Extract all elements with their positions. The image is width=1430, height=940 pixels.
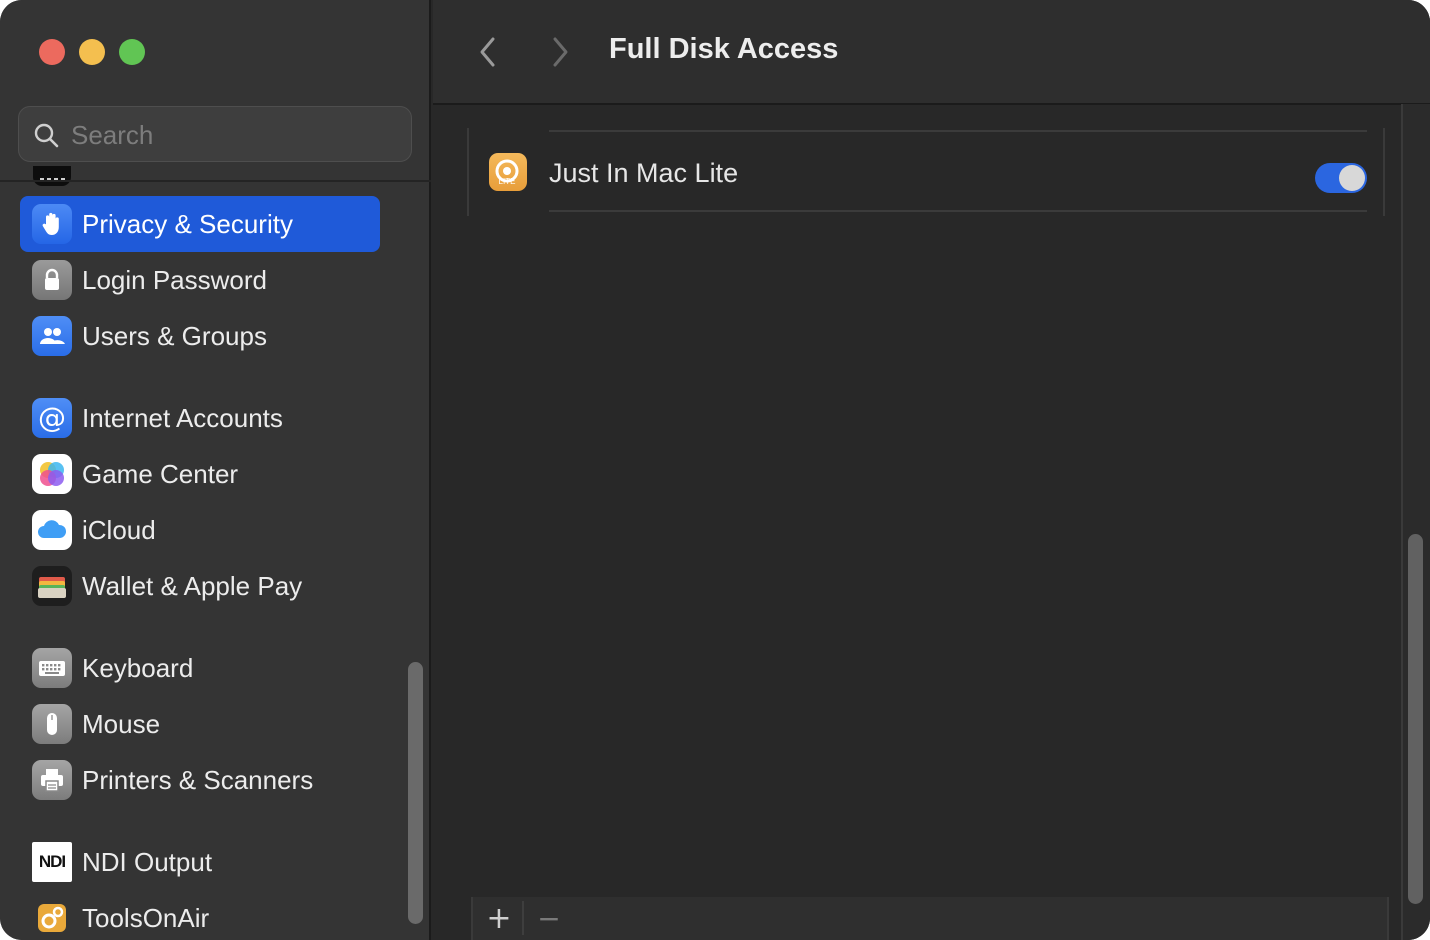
sidebar-item-label: ToolsOnAir bbox=[82, 903, 210, 933]
toggle-knob bbox=[1339, 165, 1365, 191]
sidebar-item-users-groups[interactable]: Users & Groups bbox=[20, 308, 380, 364]
gears-icon bbox=[32, 898, 72, 938]
app-list: LITE Just In Mac Lite bbox=[467, 128, 1385, 216]
mouse-icon bbox=[32, 704, 72, 744]
just-in-mac-lite-icon: LITE bbox=[489, 153, 527, 191]
sidebar-item-login-password[interactable]: Login Password bbox=[20, 252, 380, 308]
main-pane: Full Disk Access LITE Just In Mac Lite + bbox=[433, 0, 1430, 940]
at-sign-icon: @ bbox=[32, 398, 72, 438]
ndi-logo-icon: NDI bbox=[32, 842, 72, 882]
sidebar-item-printers-scanners[interactable]: Printers & Scanners bbox=[20, 752, 380, 808]
list-actions-bar: + − bbox=[471, 897, 1389, 940]
minus-icon: − bbox=[537, 902, 561, 935]
sidebar-item-label: iCloud bbox=[82, 515, 156, 545]
chevron-right-icon bbox=[553, 37, 568, 67]
add-app-button[interactable]: + bbox=[477, 903, 521, 935]
search-input[interactable] bbox=[71, 117, 391, 153]
ndi-logo-text: NDI bbox=[38, 852, 66, 871]
wallet-icon bbox=[32, 566, 72, 606]
sidebar: Privacy & Security Login Password bbox=[0, 0, 431, 940]
button-separator bbox=[522, 901, 524, 935]
app-icon-text: LITE bbox=[499, 177, 516, 186]
row-divider bbox=[549, 210, 1367, 212]
content-scrollbar[interactable] bbox=[1408, 534, 1423, 904]
back-button[interactable] bbox=[471, 34, 505, 70]
minimize-button[interactable] bbox=[79, 39, 105, 65]
close-button[interactable] bbox=[39, 39, 65, 65]
remove-app-button[interactable]: − bbox=[527, 903, 571, 935]
sidebar-item-label: Privacy & Security bbox=[82, 209, 293, 239]
plus-icon: + bbox=[486, 901, 512, 936]
sidebar-scrollbar[interactable] bbox=[408, 662, 423, 924]
header-divider bbox=[433, 103, 1430, 105]
cloud-icon bbox=[32, 510, 72, 550]
sidebar-item-label: Internet Accounts bbox=[82, 403, 283, 433]
sidebar-item-label: Wallet & Apple Pay bbox=[82, 571, 303, 601]
sidebar-item-label: Keyboard bbox=[82, 653, 194, 683]
users-icon bbox=[32, 316, 72, 356]
search-field[interactable] bbox=[18, 106, 412, 162]
search-icon bbox=[34, 123, 59, 148]
sidebar-item-label: Mouse bbox=[82, 709, 161, 739]
keyboard-icon bbox=[32, 648, 72, 688]
forward-button[interactable] bbox=[543, 34, 577, 70]
printer-icon bbox=[32, 760, 72, 800]
row-divider bbox=[549, 130, 1367, 132]
sidebar-item-label: Users & Groups bbox=[82, 321, 267, 351]
sidebar-item-privacy-security[interactable]: Privacy & Security bbox=[20, 196, 380, 252]
sidebar-divider bbox=[0, 180, 431, 182]
sidebar-item-icloud[interactable]: iCloud bbox=[20, 502, 380, 558]
partial-icon bbox=[33, 166, 71, 186]
game-center-icon bbox=[32, 454, 72, 494]
sidebar-item-internet-accounts[interactable]: @ Internet Accounts bbox=[20, 390, 380, 446]
sidebar-item-wallet[interactable]: Wallet & Apple Pay bbox=[20, 558, 380, 614]
page-title: Full Disk Access bbox=[609, 33, 839, 65]
sidebar-item-label: NDI Output bbox=[82, 847, 213, 877]
sidebar-item-keyboard[interactable]: Keyboard bbox=[20, 640, 380, 696]
settings-window: Privacy & Security Login Password bbox=[0, 0, 1430, 940]
sidebar-item-label: Login Password bbox=[82, 265, 267, 295]
zoom-button[interactable] bbox=[119, 39, 145, 65]
chevron-left-icon bbox=[480, 37, 495, 67]
sidebar-item-ndi-output[interactable]: NDI NDI Output bbox=[20, 834, 380, 890]
sidebar-item-label: Printers & Scanners bbox=[82, 765, 314, 795]
sidebar-item-mouse[interactable]: Mouse bbox=[20, 696, 380, 752]
toolbar: Full Disk Access bbox=[433, 0, 1430, 104]
hand-icon bbox=[32, 204, 72, 244]
lock-icon bbox=[32, 260, 72, 300]
sidebar-item-game-center[interactable]: Game Center bbox=[20, 446, 380, 502]
app-access-toggle[interactable] bbox=[1315, 163, 1367, 193]
app-name: Just In Mac Lite bbox=[549, 158, 739, 188]
sidebar-item-toolsonair[interactable]: ToolsOnAir bbox=[20, 890, 380, 940]
sidebar-item-label: Game Center bbox=[82, 459, 239, 489]
